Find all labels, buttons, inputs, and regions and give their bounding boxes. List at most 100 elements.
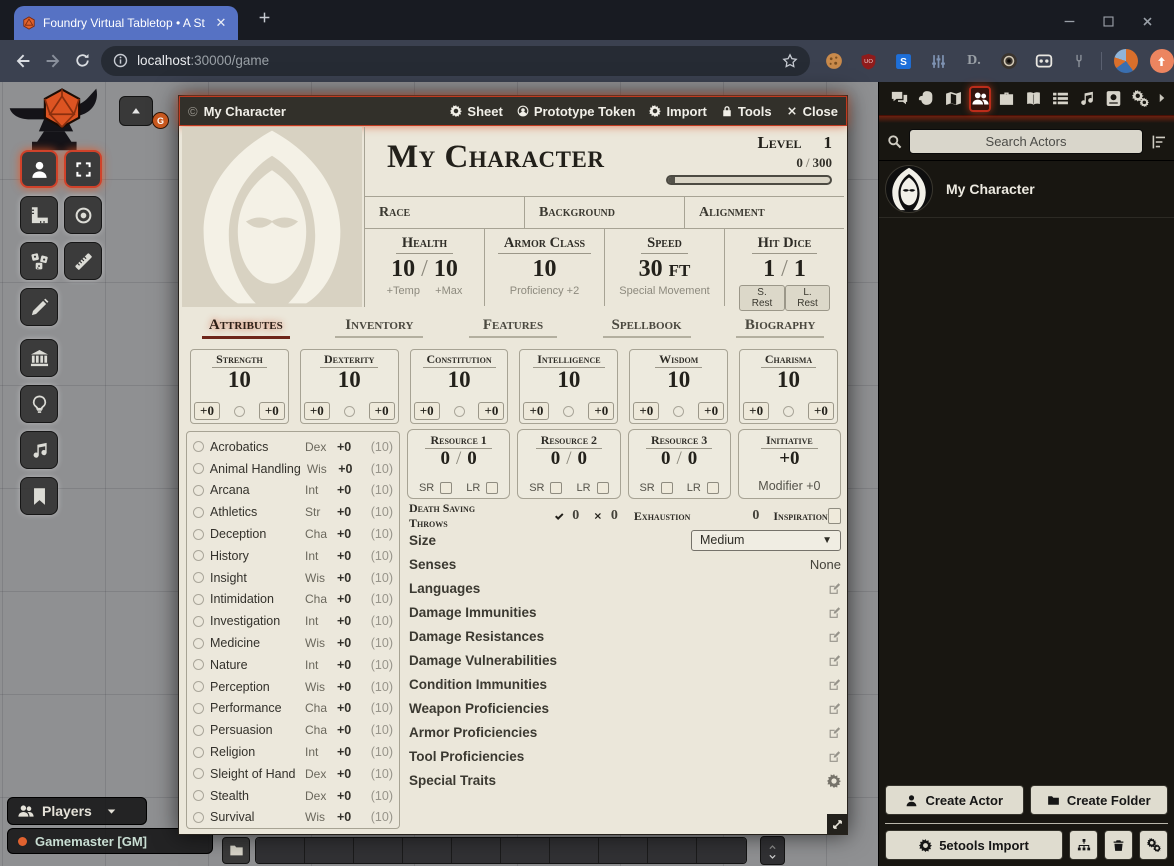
skill-proficiency-radio[interactable] [193, 747, 204, 758]
macro-slot[interactable] [697, 838, 746, 863]
fork-extension-icon[interactable] [1069, 51, 1089, 71]
folder-tree-button[interactable] [1069, 830, 1098, 860]
initiative-value[interactable]: +0 [739, 449, 840, 469]
select-targets-tool[interactable] [64, 150, 102, 188]
skill-name[interactable]: Insight [210, 571, 299, 585]
sidebar-tab-items[interactable] [996, 86, 1018, 112]
scene-nav-collapse-button[interactable] [119, 96, 153, 126]
ability-score[interactable]: 10 [740, 368, 837, 392]
resource-2-box[interactable]: Resource 20/0SRLR [517, 429, 620, 499]
ability-wisdom[interactable]: Wisdom10+0+0 [629, 349, 728, 424]
sidebar-tab-settings[interactable] [1129, 86, 1151, 112]
delete-button[interactable] [1104, 830, 1133, 860]
new-tab-button[interactable] [252, 9, 276, 33]
initiative-modifier[interactable]: Modifier +0 [739, 479, 840, 493]
sidebar-tab-actors[interactable] [969, 86, 991, 112]
reload-button[interactable] [67, 52, 97, 70]
macro-slot[interactable] [599, 838, 648, 863]
macro-folder-button[interactable] [222, 837, 250, 864]
short-rest-button[interactable]: S. Rest [739, 285, 785, 311]
skill-proficiency-radio[interactable] [193, 441, 204, 452]
skill-name[interactable]: Animal Handling [210, 462, 301, 476]
skill-proficiency-radio[interactable] [193, 529, 204, 540]
measure-controls[interactable] [20, 196, 58, 234]
long-rest-button[interactable]: L. Rest [785, 285, 830, 311]
skill-proficiency-radio[interactable] [193, 638, 204, 649]
import-button[interactable]: Import [649, 104, 706, 119]
ability-score[interactable]: 10 [520, 368, 617, 392]
skill-row[interactable]: ArcanaInt+0(10) [193, 480, 393, 502]
skill-proficiency-radio[interactable] [193, 681, 204, 692]
skill-row[interactable]: HistoryInt+0(10) [193, 545, 393, 567]
cookie-extension-icon[interactable] [824, 51, 844, 71]
death-save-success-icon[interactable] [554, 510, 564, 523]
ability-mod-box[interactable]: +0 [588, 402, 614, 420]
ability-mod-box[interactable]: +0 [808, 402, 834, 420]
sr-checkbox[interactable] [661, 482, 673, 494]
proficiency-radio[interactable] [344, 406, 355, 417]
forward-button[interactable] [38, 52, 68, 70]
skill-row[interactable]: ReligionInt+0(10) [193, 741, 393, 763]
skill-row[interactable]: PerformanceCha+0(10) [193, 698, 393, 720]
proficiency-radio[interactable] [563, 406, 574, 417]
skill-name[interactable]: Acrobatics [210, 440, 299, 454]
ability-intelligence[interactable]: Intelligence10+0+0 [519, 349, 618, 424]
lens-extension-icon[interactable] [999, 51, 1019, 71]
skill-row[interactable]: MedicineWis+0(10) [193, 632, 393, 654]
sidebar-tab-compendium[interactable] [1103, 86, 1125, 112]
hotbar-page-down-icon[interactable] [767, 851, 778, 860]
size-select[interactable]: Medium▼ [691, 530, 841, 551]
sidebar-tab-tables[interactable] [1049, 86, 1071, 112]
actor-avatar[interactable] [885, 165, 933, 213]
skill-proficiency-radio[interactable] [193, 703, 204, 714]
ability-score[interactable]: 10 [191, 368, 288, 392]
proficiency-radio[interactable] [673, 406, 684, 417]
field-race[interactable]: Race [365, 197, 525, 228]
macro-slot[interactable] [452, 838, 501, 863]
resource-label[interactable]: Resource 1 [425, 433, 491, 449]
macro-slot[interactable] [256, 838, 305, 863]
window-minimize-button[interactable] [1063, 12, 1076, 28]
edit-icon[interactable] [828, 653, 841, 668]
prototype-token-button[interactable]: Prototype Token [517, 104, 636, 119]
sound-controls[interactable] [20, 431, 58, 469]
edit-icon[interactable] [828, 654, 841, 667]
macro-slot[interactable] [403, 838, 452, 863]
d-extension-icon[interactable]: D. [964, 51, 984, 71]
lighting-controls[interactable] [20, 385, 58, 423]
s-blue-extension-icon[interactable]: S [894, 51, 914, 71]
tab-features[interactable]: Features [446, 314, 580, 344]
skill-name[interactable]: Medicine [210, 636, 299, 650]
window-resize-handle[interactable] [827, 814, 847, 834]
skill-row[interactable]: InsightWis+0(10) [193, 567, 393, 589]
ability-mod-box[interactable]: +0 [369, 402, 395, 420]
edit-icon[interactable] [828, 581, 841, 596]
resource-value[interactable]: 0/0 [408, 449, 509, 469]
skill-proficiency-radio[interactable] [193, 659, 204, 670]
special-movement-link[interactable]: Special Movement [605, 285, 724, 297]
ability-save-box[interactable]: +0 [304, 402, 330, 420]
skill-row[interactable]: AthleticsStr+0(10) [193, 501, 393, 523]
skill-proficiency-radio[interactable] [193, 790, 204, 801]
create-actor-button[interactable]: Create Actor [885, 785, 1024, 815]
5etools-import-button[interactable]: 5etools Import [885, 830, 1063, 860]
death-save-success-count[interactable]: 0 [572, 508, 579, 524]
edit-icon[interactable] [828, 605, 841, 620]
skill-row[interactable]: DeceptionCha+0(10) [193, 523, 393, 545]
skill-row[interactable]: PersuasionCha+0(10) [193, 719, 393, 741]
edit-icon[interactable] [828, 701, 841, 716]
skill-name[interactable]: Arcana [210, 483, 299, 497]
sliders-extension-icon[interactable] [929, 51, 949, 71]
search-input[interactable] [909, 129, 1143, 154]
skill-proficiency-radio[interactable] [193, 485, 204, 496]
hotbar-page-control[interactable] [760, 836, 785, 865]
ability-score[interactable]: 10 [411, 368, 508, 392]
skill-proficiency-radio[interactable] [193, 812, 204, 823]
edit-icon[interactable] [828, 725, 841, 740]
window-close-button[interactable] [1141, 12, 1154, 28]
inspiration-checkbox[interactable] [828, 508, 841, 524]
resource-3-box[interactable]: Resource 30/0SRLR [628, 429, 731, 499]
ability-score[interactable]: 10 [630, 368, 727, 392]
skill-name[interactable]: Perception [210, 680, 299, 694]
ability-save-box[interactable]: +0 [414, 402, 440, 420]
